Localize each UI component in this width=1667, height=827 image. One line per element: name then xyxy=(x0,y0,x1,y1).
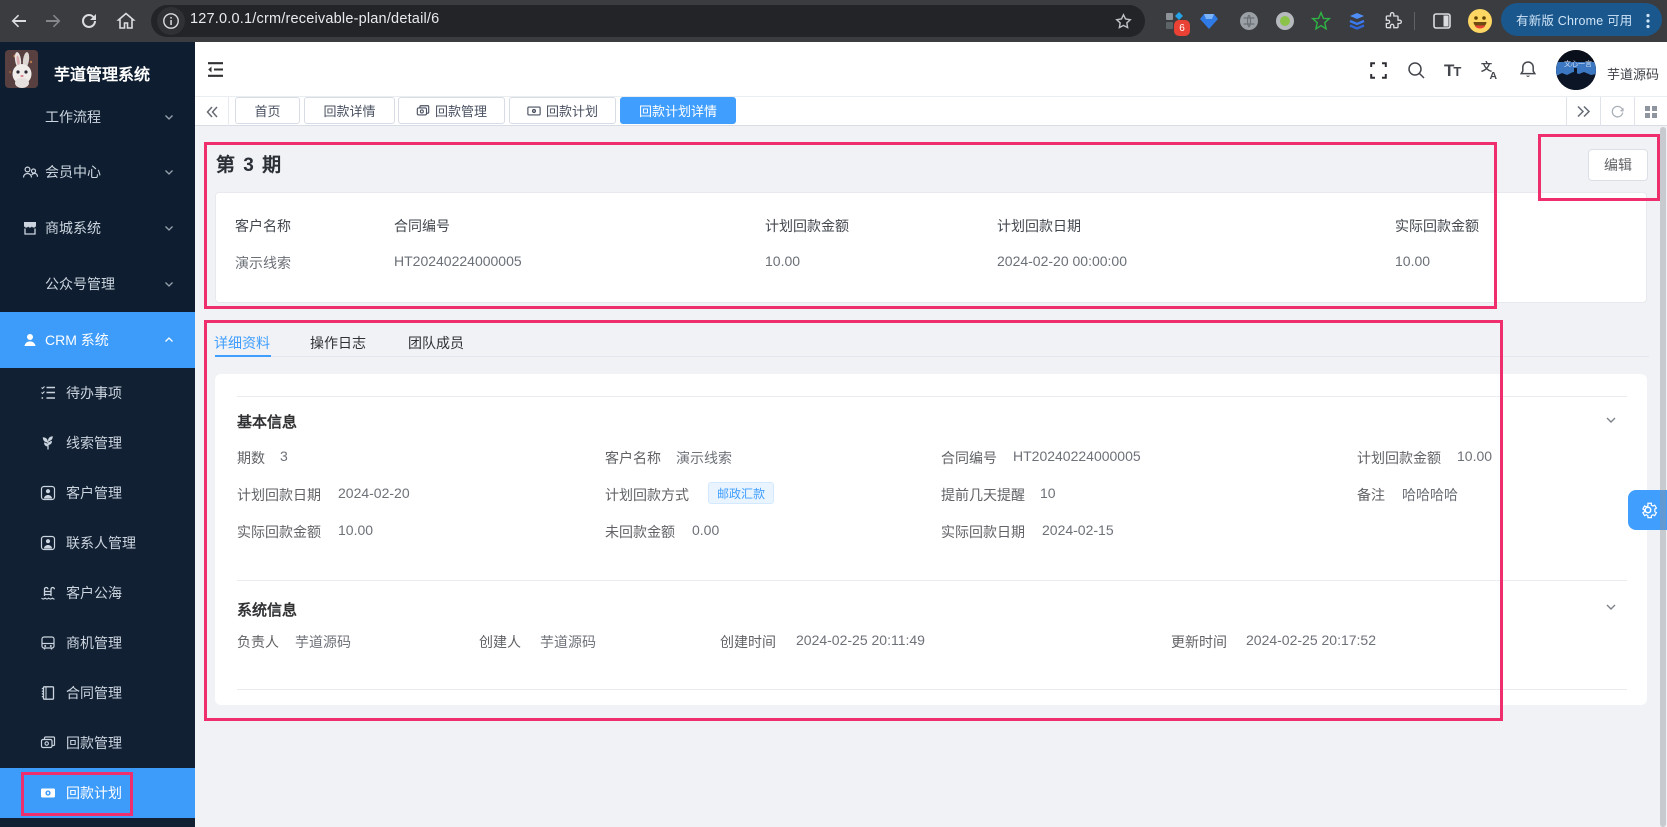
svg-text:A: A xyxy=(1490,70,1498,80)
svg-text:文心一言: 文心一言 xyxy=(1564,59,1592,68)
